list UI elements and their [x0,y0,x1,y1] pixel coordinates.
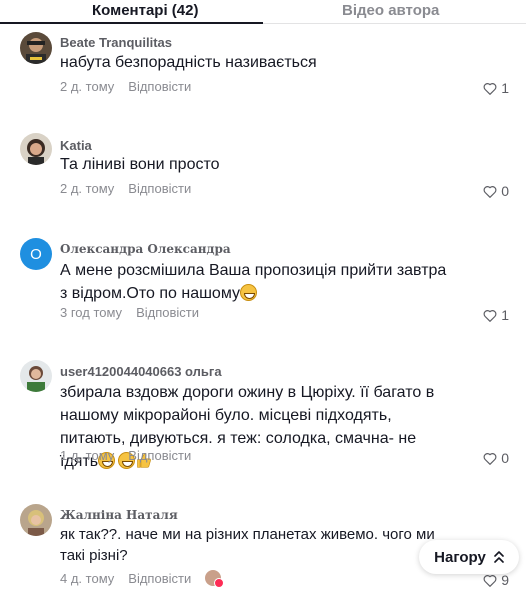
like-count: 9 [501,572,509,588]
avatar[interactable] [20,504,52,536]
reply-button[interactable]: Відповісти [136,305,199,320]
comment-author[interactable]: Олександра Олександра [60,242,231,256]
comment-author-name: user4120044040663 ольга [60,364,222,379]
like-button[interactable]: 0 [483,450,509,466]
tab-creator-videos[interactable]: Відео автора [342,2,439,19]
comment-author[interactable]: Katia [60,138,92,153]
reply-button[interactable]: Відповісти [128,571,191,586]
comment-time: 1 д. тому [60,448,115,463]
active-tab-indicator [0,22,263,24]
comment-meta: 3 год тому Відповісти [60,305,199,320]
comment-text: А мене розсмішила Ваша пропозиція прийти… [60,259,450,305]
like-count: 1 [501,307,509,323]
heart-outline-icon [483,309,497,322]
avatar[interactable] [20,32,52,64]
comment-text: як так??. наче ми на різних планетах жив… [60,526,435,564]
avatar[interactable]: O [20,238,52,270]
comment-time: 2 д. тому [60,79,115,94]
reply-button[interactable]: Відповісти [128,79,191,94]
comment-time: 2 д. тому [60,181,115,196]
avatar[interactable] [20,360,52,392]
comment-time: 4 д. тому [60,570,115,586]
avatar[interactable] [20,133,52,165]
comment-text: Та ліниві вони просто [60,156,220,173]
like-button[interactable]: 1 [483,307,509,323]
comment-author[interactable]: Жалніна Наталя [60,508,178,522]
heart-outline-icon [483,82,497,95]
comment-text: набута безпорадність називається [60,54,317,71]
heart-outline-icon [483,574,497,587]
creator-liked-icon [205,570,225,588]
like-button[interactable]: 9 [483,572,509,588]
comment-meta: 2 д. тому Відповісти [60,79,191,94]
heart-outline-icon [483,185,497,198]
comment-meta: 1 д. тому Відповісти [60,448,191,463]
comment-author[interactable]: user4120044040663 ольга [60,364,222,379]
tab-comments[interactable]: Коментарі (42) [92,2,198,19]
like-count: 0 [501,183,509,199]
comment-time: 3 год тому [60,305,123,320]
like-count: 0 [501,450,509,466]
comment-meta: 4 д. тому Відповісти [60,570,225,588]
like-button[interactable]: 1 [483,80,509,96]
reply-button[interactable]: Відповісти [128,181,191,196]
chevron-up-icon [494,551,504,563]
avatar-letter: O [30,245,42,263]
like-count: 1 [501,80,509,96]
comment-author[interactable]: Beate Tranquilitas [60,35,172,50]
back-to-top-label: Нагору [434,548,486,566]
comment-tabs: Коментарі (42) Відео автора [0,0,526,24]
back-to-top-button[interactable]: Нагору [419,540,519,574]
grin-emoji-icon [240,284,258,301]
heart-outline-icon [483,452,497,465]
like-button[interactable]: 0 [483,183,509,199]
reply-button[interactable]: Відповісти [128,448,191,463]
comment-meta: 2 д. тому Відповісти [60,181,191,196]
